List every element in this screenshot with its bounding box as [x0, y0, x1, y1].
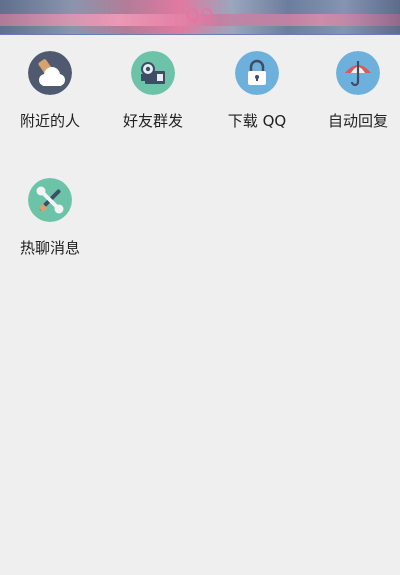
menu-item-download-qq[interactable]: 下载 QQ	[209, 36, 309, 132]
menu-item-label: 好友群发	[122, 112, 183, 130]
menu-item-friend-broadcast[interactable]: 好友群发	[105, 36, 205, 132]
menu-item-label: 附近的人	[19, 112, 80, 130]
menu-item-auto-reply[interactable]: 自动回复	[310, 36, 400, 132]
menu-item-hot-chat[interactable]: 热聊消息	[2, 163, 102, 259]
menu-item-nearby-people[interactable]: 附近的人	[2, 36, 102, 132]
menu-item-label: 热聊消息	[19, 239, 80, 257]
menu-item-label: 下载 QQ	[227, 112, 287, 130]
umbrella-icon	[336, 51, 380, 95]
menu-item-label: 自动回复	[327, 112, 388, 130]
lock-icon	[235, 51, 279, 95]
video-camera-icon	[131, 51, 175, 95]
app-title: QQ	[185, 6, 215, 26]
cloud-weather-icon	[28, 51, 72, 95]
header-banner: QQ	[0, 0, 400, 35]
tools-icon	[28, 178, 72, 222]
